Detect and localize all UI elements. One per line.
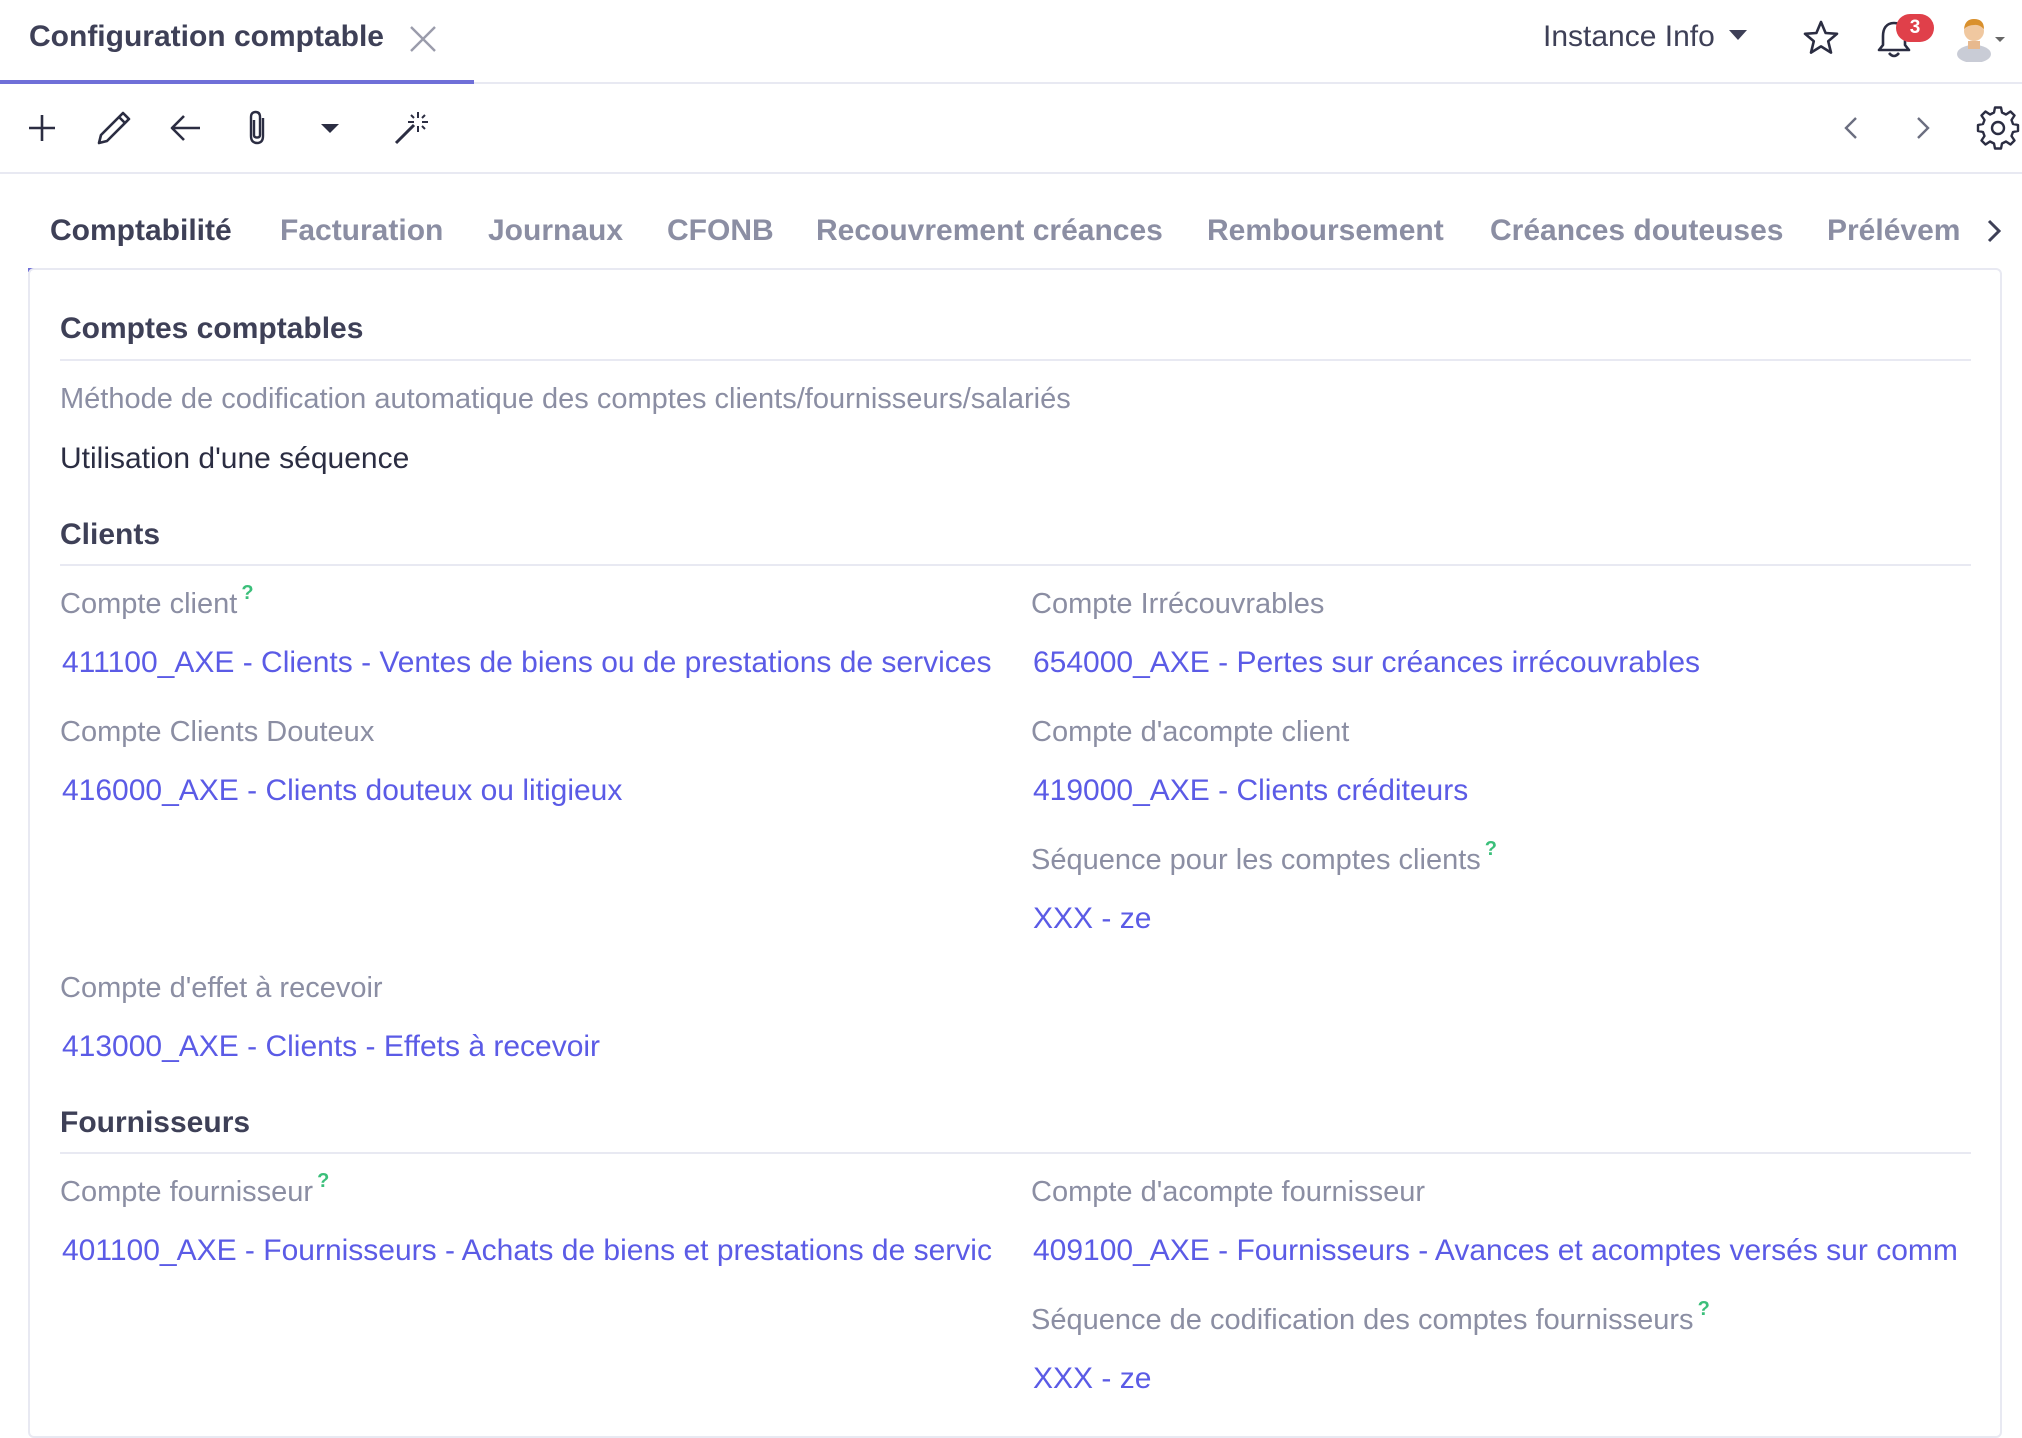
customer-account-label: Compte client? xyxy=(60,582,254,621)
section-title-comptes-comptables: Comptes comptables xyxy=(60,312,364,345)
help-icon[interactable]: ? xyxy=(317,1170,329,1192)
star-icon[interactable] xyxy=(1801,18,1841,58)
supplier-account-label-text: Compte fournisseur xyxy=(60,1176,314,1208)
irrecoverable-account-link[interactable]: 654000_AXE - Pertes sur créances irrécou… xyxy=(1033,646,1973,680)
plus-icon xyxy=(29,115,55,141)
customer-account-link[interactable]: 411100_AXE - Clients - Ventes de biens o… xyxy=(62,646,1016,680)
tab-recouvrement-creances[interactable]: Recouvrement créances xyxy=(816,200,1163,268)
customer-advance-account-label: Compte d'acompte client xyxy=(1031,716,1350,748)
section-title-fournisseurs: Fournisseurs xyxy=(60,1106,251,1139)
magic-wand-button[interactable] xyxy=(388,106,432,150)
user-avatar-icon[interactable] xyxy=(1951,14,1997,62)
gear-icon xyxy=(1976,106,2020,150)
supplier-account-link[interactable]: 401100_AXE - Fournisseurs - Achats de bi… xyxy=(62,1234,1016,1268)
irrecoverable-account-label: Compte Irrécouvrables xyxy=(1031,588,1325,620)
supplier-sequence-link[interactable]: XXX - ze xyxy=(1033,1362,1151,1396)
caret-down-icon xyxy=(321,124,339,133)
help-icon[interactable]: ? xyxy=(1485,838,1497,860)
avatar-chevron-down-icon[interactable] xyxy=(1995,37,2005,42)
method-value[interactable]: Utilisation d'une séquence xyxy=(60,442,409,476)
method-label: Méthode de codification automatique des … xyxy=(60,383,1071,415)
more-actions-dropdown[interactable] xyxy=(308,106,352,150)
tab-prelevement[interactable]: Prélévem xyxy=(1827,200,1977,268)
next-record-button[interactable] xyxy=(1900,106,1944,150)
tab-journaux[interactable]: Journaux xyxy=(488,200,623,268)
previous-record-button[interactable] xyxy=(1830,106,1874,150)
customer-sequence-label: Séquence pour les comptes clients? xyxy=(1031,838,1497,877)
supplier-advance-account-link[interactable]: 409100_AXE - Fournisseurs - Avances et a… xyxy=(1033,1234,1971,1268)
supplier-advance-account-label: Compte d'acompte fournisseur xyxy=(1031,1176,1426,1208)
edit-button[interactable] xyxy=(92,106,136,150)
attachment-button[interactable] xyxy=(236,106,280,150)
chevron-right-icon xyxy=(1917,117,1930,139)
chevron-down-icon xyxy=(1728,30,1747,41)
customer-advance-account-link[interactable]: 419000_AXE - Clients créditeurs xyxy=(1033,774,1973,808)
toolbar xyxy=(0,84,2022,174)
doubtful-account-label: Compte Clients Douteux xyxy=(60,716,375,748)
back-button[interactable] xyxy=(164,106,208,150)
supplier-sequence-label-text: Séquence de codification des comptes fou… xyxy=(1031,1304,1694,1336)
form-tabs: Comptabilité Facturation Journaux CFONB … xyxy=(28,200,2002,272)
settings-button[interactable] xyxy=(1976,106,2020,150)
document-tab-title: Configuration comptable xyxy=(29,20,384,53)
chevron-right-icon[interactable] xyxy=(1980,214,2010,248)
instance-info-dropdown[interactable]: Instance Info xyxy=(1543,20,1747,54)
customer-sequence-link[interactable]: XXX - ze xyxy=(1033,902,1151,936)
bill-receivable-account-link[interactable]: 413000_AXE - Clients - Effets à recevoir xyxy=(62,1030,1016,1064)
instance-info-label: Instance Info xyxy=(1543,20,1715,53)
section-divider xyxy=(60,359,1971,361)
tab-comptabilite[interactable]: Comptabilité xyxy=(28,200,254,272)
close-icon[interactable] xyxy=(406,22,440,56)
customer-account-label-text: Compte client xyxy=(60,588,238,620)
tab-remboursement[interactable]: Remboursement xyxy=(1207,200,1444,268)
arrow-left-icon xyxy=(170,115,200,141)
tab-creances-douteuses[interactable]: Créances douteuses xyxy=(1490,200,1783,268)
pencil-icon xyxy=(97,111,131,145)
document-tab[interactable]: Configuration comptable xyxy=(0,0,474,84)
notification-badge: 3 xyxy=(1896,14,1934,42)
supplier-sequence-label: Séquence de codification des comptes fou… xyxy=(1031,1298,1710,1337)
help-icon[interactable]: ? xyxy=(1698,1298,1710,1320)
magic-wand-icon xyxy=(394,112,428,145)
section-divider xyxy=(60,1152,1971,1154)
new-record-button[interactable] xyxy=(20,106,64,150)
section-divider xyxy=(60,564,1971,566)
supplier-account-label: Compte fournisseur? xyxy=(60,1170,329,1209)
bill-receivable-account-label: Compte d'effet à recevoir xyxy=(60,972,383,1004)
tab-facturation[interactable]: Facturation xyxy=(280,200,443,268)
tab-cfonb[interactable]: CFONB xyxy=(667,200,774,268)
top-bar: Configuration comptable Instance Info 3 xyxy=(0,0,2022,84)
help-icon[interactable]: ? xyxy=(241,582,253,604)
chevron-left-icon xyxy=(1844,117,1857,139)
paperclip-icon xyxy=(249,110,265,145)
section-title-clients: Clients xyxy=(60,518,161,551)
doubtful-account-link[interactable]: 416000_AXE - Clients douteux ou litigieu… xyxy=(62,774,1016,808)
customer-sequence-label-text: Séquence pour les comptes clients xyxy=(1031,844,1481,876)
